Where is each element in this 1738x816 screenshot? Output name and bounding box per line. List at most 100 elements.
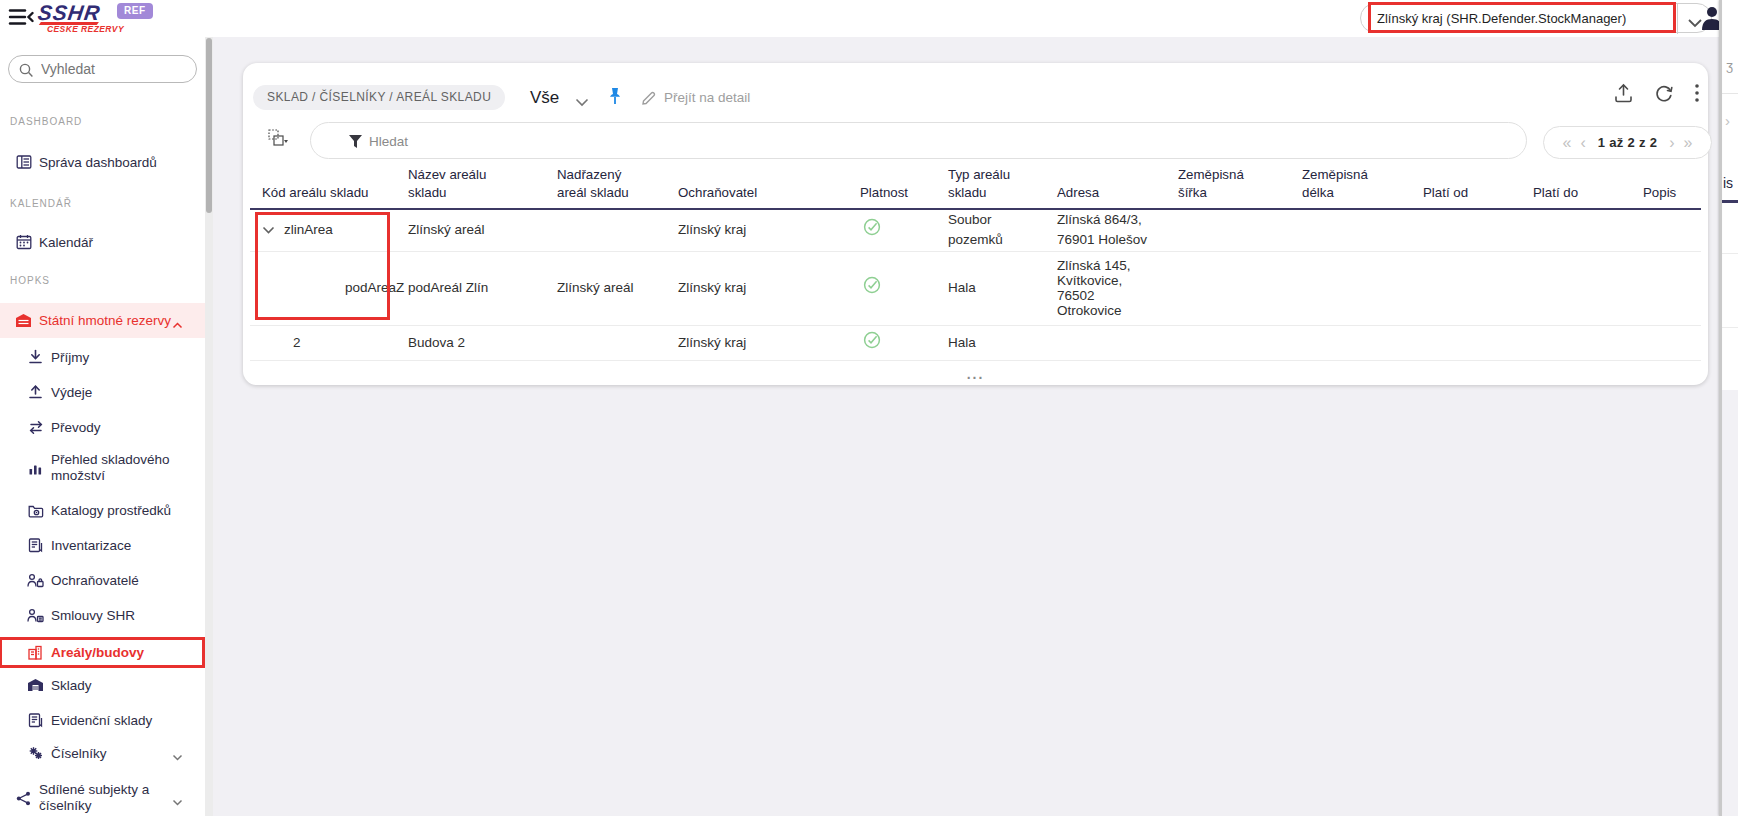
col-platnost[interactable]: Platnost: [852, 159, 940, 209]
col-typ[interactable]: Typ areálu skladu: [940, 159, 1049, 209]
section-label: KALENDÁŘ: [10, 198, 72, 209]
filter-funnel-icon: [348, 134, 363, 149]
environment-badge: REF: [117, 3, 153, 19]
valid-check-icon: [863, 331, 881, 354]
go-to-detail-label: Přejít na detail: [664, 90, 750, 105]
transfer-icon: [27, 419, 44, 436]
sidebar-search[interactable]: [8, 55, 197, 83]
col-sirka[interactable]: Zeměpisná šířka: [1170, 159, 1294, 209]
contracts-icon: [27, 607, 44, 624]
app-logo[interactable]: SSHR ČESKÉ REZERVY: [38, 1, 100, 25]
refresh-icon[interactable]: [1654, 83, 1674, 107]
logo-subtitle: ČESKÉ REZERVY: [47, 24, 124, 34]
background-window-sliver: ʒ › is: [1722, 0, 1738, 816]
pagination-first[interactable]: «: [1563, 135, 1572, 151]
table-row[interactable]: 2 Budova 2 Zlínský kraj Hala: [250, 325, 1701, 360]
cell-code: 2: [293, 335, 301, 350]
chevron-down-icon: [172, 794, 183, 809]
sidebar-item-seln-ky[interactable]: Číselníky: [0, 742, 205, 764]
valid-check-icon: [863, 218, 881, 242]
sidebar-item-kalend[interactable]: Kalendář: [0, 231, 205, 253]
table-filter[interactable]: [310, 122, 1527, 159]
sidebar-scrollbar-thumb[interactable]: [206, 38, 212, 213]
pagination: « ‹ 1 až 2 z 2 › »: [1543, 126, 1712, 159]
more-menu-icon[interactable]: [1695, 84, 1699, 106]
sidebar-item-p-jmy[interactable]: Příjmy: [0, 346, 205, 368]
sliver-popis-fragment: is: [1723, 175, 1733, 191]
col-nazev[interactable]: Název areálu skladu: [400, 159, 549, 209]
col-kod[interactable]: Kód areálu skladu: [250, 159, 400, 209]
catalog-icon: [27, 502, 44, 519]
chevron-down-icon[interactable]: [575, 93, 589, 111]
table-row[interactable]: podAreaZ podAreál Zlín Zlínský areál Zlí…: [250, 251, 1701, 325]
section-label: HOPKS: [10, 275, 50, 286]
col-delka[interactable]: Zeměpisná délka: [1294, 159, 1415, 209]
column-chooser-icon[interactable]: [268, 129, 288, 149]
sidebar-scrollbar[interactable]: [205, 37, 213, 816]
cell-name: Budova 2: [400, 325, 549, 360]
codelist-icon: [27, 745, 44, 762]
highlight-box-table: [255, 212, 390, 320]
sidebar-search-input[interactable]: [41, 58, 186, 80]
guardians-icon: [27, 572, 44, 589]
cell-guardian: Zlínský kraj: [670, 325, 852, 360]
pencil-icon: [641, 90, 657, 106]
view-selector[interactable]: Vše: [530, 85, 559, 110]
sidebar-item-ochra-ovatel[interactable]: Ochraňovatelé: [0, 569, 205, 591]
sidebar-item-sklady[interactable]: Sklady: [0, 674, 205, 696]
load-more-indicator[interactable]: ...: [243, 367, 1708, 381]
cell-guardian: Zlínský kraj: [670, 209, 852, 251]
sidebar-item-spr-va-dashboard[interactable]: Správa dashboardů: [0, 151, 205, 173]
cell-type: Soubor pozemků: [940, 209, 1049, 251]
go-to-detail-button[interactable]: Přejít na detail: [641, 85, 750, 110]
sidebar-item-are-ly-budovy[interactable]: Areály/budovy: [2, 640, 202, 665]
pagination-prev[interactable]: ‹: [1580, 135, 1585, 151]
sliver-arrow-fragment: ›: [1725, 112, 1730, 129]
cell-address: [1049, 325, 1170, 360]
sidebar-item-v-deje[interactable]: Výdeje: [0, 381, 205, 403]
topbar: SSHR ČESKÉ REZERVY REF Zlínský kraj (SHR…: [0, 0, 1738, 37]
col-nadrazeny[interactable]: Nadřazený areál skladu: [549, 159, 670, 209]
pin-icon[interactable]: [608, 87, 622, 111]
menu-toggle-icon[interactable]: [8, 7, 34, 27]
sidebar-item-smlouvy-shr[interactable]: Smlouvy SHR: [0, 604, 205, 626]
records-icon: [27, 712, 44, 729]
cell-type: Hala: [940, 251, 1049, 325]
sidebar-item-katalogy-prost-edk[interactable]: Katalogy prostředků: [0, 499, 205, 521]
sidebar-item-p-ehled-skladov-ho-mno-stv[interactable]: Přehled skladového množství: [0, 452, 205, 484]
cell-type: Hala: [940, 325, 1049, 360]
cell-parent: Zlínský areál: [549, 251, 670, 325]
col-adresa[interactable]: Adresa: [1049, 159, 1170, 209]
outcome-icon: [27, 384, 44, 401]
sidebar-item-sd-len-subjekty-a-seln-ky[interactable]: Sdílené subjekty a číselníky: [0, 782, 205, 814]
sidebar-item-eviden-n-sklady[interactable]: Evidenční sklady: [0, 709, 205, 731]
sidebar-item-inventarizace[interactable]: Inventarizace: [0, 534, 205, 556]
cell-name: Zlínský areál: [400, 209, 549, 251]
inventory-icon: [27, 537, 44, 554]
areas-table: Kód areálu skladu Název areálu skladu Na…: [250, 159, 1701, 361]
pagination-last[interactable]: »: [1684, 135, 1693, 151]
cell-address: Zlínská 145, Kvítkovice, 76502 Otrokovic…: [1049, 251, 1170, 325]
sliver-refresh-fragment: ʒ: [1726, 58, 1733, 73]
stock-chart-icon: [27, 460, 44, 477]
col-popis[interactable]: Popis: [1635, 159, 1701, 209]
cell-parent: [549, 209, 670, 251]
col-ochranovatel[interactable]: Ochraňovatel: [670, 159, 852, 209]
table-row[interactable]: zlinArea Zlínský areál Zlínský kraj Soub…: [250, 209, 1701, 251]
table-header-row: Kód areálu skladu Název areálu skladu Na…: [250, 159, 1701, 209]
col-plati-od[interactable]: Platí od: [1415, 159, 1525, 209]
table-filter-input[interactable]: [369, 128, 1469, 154]
pagination-next[interactable]: ›: [1669, 135, 1674, 151]
main-area: SKLAD / ČÍSELNÍKY / AREÁL SKLADU Vše Pře…: [213, 37, 1719, 816]
role-selector-divider: [1677, 4, 1678, 34]
col-plati-do[interactable]: Platí do: [1525, 159, 1635, 209]
breadcrumb[interactable]: SKLAD / ČÍSELNÍKY / AREÁL SKLADU: [253, 85, 505, 110]
export-icon[interactable]: [1614, 83, 1633, 107]
building-icon: [27, 644, 44, 661]
content-card: SKLAD / ČÍSELNÍKY / AREÁL SKLADU Vše Pře…: [243, 63, 1708, 385]
sidebar-item-st-tn-hmotn-rezervy[interactable]: Státní hmotné rezervy: [0, 303, 205, 338]
pagination-label: 1 až 2 z 2: [1598, 136, 1657, 149]
warehouse-icon: [27, 677, 44, 694]
chevron-down-icon: [172, 749, 183, 764]
sidebar-item-p-evody[interactable]: Převody: [0, 416, 205, 438]
